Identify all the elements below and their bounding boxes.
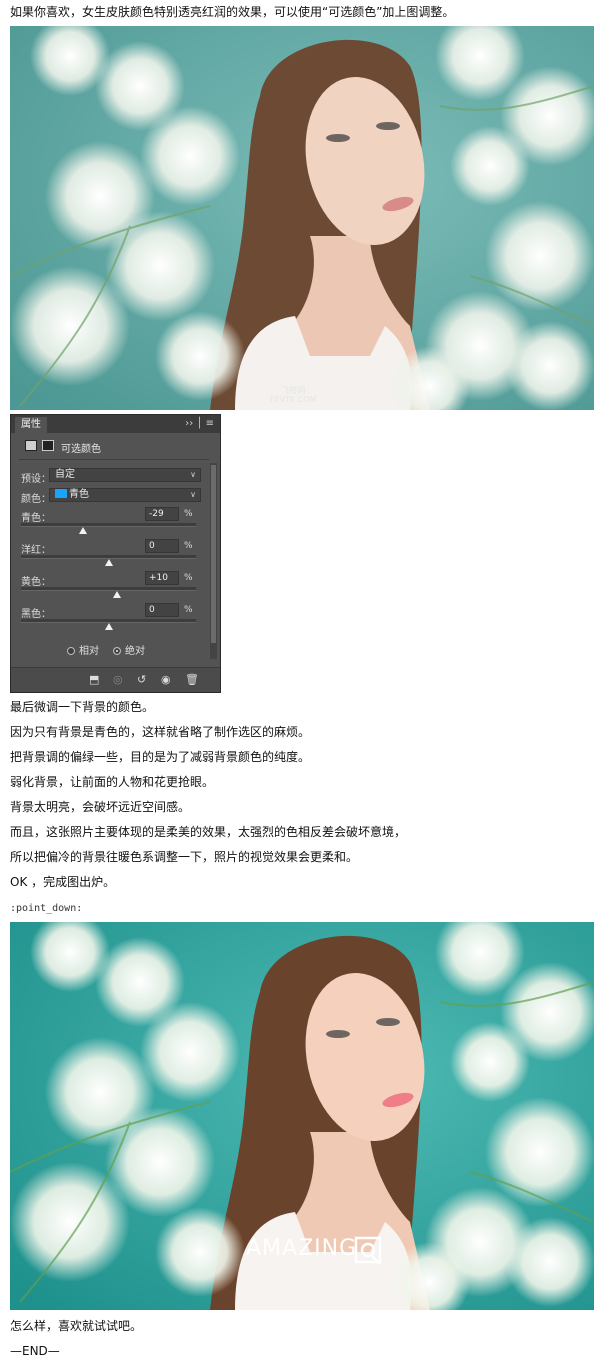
outro-paragraph: 怎么样，喜欢就试试吧。 [10, 1319, 143, 1333]
percent-unit: % [184, 573, 193, 583]
delete-trash-icon[interactable]: 🗑 [185, 673, 199, 686]
yellow-value-input[interactable]: +10 [145, 571, 179, 585]
cyan-swatch [55, 489, 67, 498]
divider [19, 459, 209, 460]
cyan-slider-thumb[interactable] [79, 527, 88, 534]
panel-title-row: 可选颜色 [11, 435, 220, 457]
preset-value: 自定 [55, 469, 75, 480]
adjustment-layer-icon [25, 440, 37, 451]
radio-absolute-dot [113, 647, 121, 655]
radio-absolute[interactable]: 绝对 [113, 642, 145, 657]
paragraph: 背景太明亮，会破坏远近空间感。 [10, 800, 191, 814]
yellow-slider-thumb[interactable] [113, 591, 122, 598]
paragraph: 把背景调的偏绿一些，目的是为了减弱背景颜色的纯度。 [10, 750, 311, 764]
slider-label-yellow: 黄色： [21, 577, 51, 588]
visibility-eye-icon[interactable]: ◉ [161, 673, 171, 686]
preset-label: 预设： [21, 474, 51, 485]
radio-absolute-label: 绝对 [125, 646, 145, 657]
layer-mask-icon[interactable] [42, 440, 54, 451]
chevron-down-icon: ∨ [190, 470, 196, 479]
photo-before: 飞特网 FEVTE.COM [10, 26, 594, 410]
panel-title: 可选颜色 [61, 444, 101, 455]
scrollbar-thumb[interactable] [211, 465, 216, 643]
panel-menu-icon[interactable]: ›› │ ≡ [185, 417, 214, 431]
slider-label-black: 黑色： [21, 609, 51, 620]
view-previous-icon[interactable]: ◎ [113, 673, 123, 686]
radio-relative-dot [67, 647, 75, 655]
paragraph: OK ，完成图出炉。 [10, 875, 116, 889]
cyan-value-input[interactable]: -29 [145, 507, 179, 521]
percent-unit: % [184, 509, 193, 519]
paragraph: 而且，这张照片主要体现的是柔美的效果，太强烈的色相反差会破坏意境， [10, 825, 407, 839]
intro-paragraph: 如果你喜欢，女生皮肤颜色特别透亮红润的效果，可以使用“可选颜色”加上图调整。 [10, 5, 455, 19]
percent-unit: % [184, 605, 193, 615]
panel-scrollbar[interactable] [210, 463, 217, 659]
tab-properties[interactable]: 属性 [15, 417, 47, 433]
paragraph: 因为只有背景是青色的，这样就省略了制作选区的麻烦。 [10, 725, 311, 739]
watermark-fevte: 飞特网 FEVTE.COM [270, 386, 317, 404]
yellow-slider-track[interactable] [21, 587, 196, 591]
color-label: 颜色： [21, 494, 51, 505]
emoji-shortcode: :point_down: [10, 903, 83, 914]
slider-label-magenta: 洋红： [21, 545, 51, 556]
slider-label-cyan: 青色： [21, 513, 51, 524]
brand-watermark: AMAZING [246, 1236, 358, 1261]
radio-relative[interactable]: 相对 [67, 642, 99, 657]
radio-relative-label: 相对 [79, 646, 99, 657]
end-marker: —END— [10, 1344, 60, 1358]
percent-unit: % [184, 541, 193, 551]
color-value: 青色 [69, 489, 89, 500]
paragraph: 弱化背景，让前面的人物和花更抢眼。 [10, 775, 215, 789]
cyan-slider-track[interactable] [21, 523, 196, 527]
black-slider-thumb[interactable] [104, 623, 113, 630]
camera-logo-icon [354, 1236, 382, 1265]
chevron-down-icon: ∨ [190, 490, 196, 499]
paragraph: 所以把偏冷的背景往暖色系调整一下，照片的视觉效果会更柔和。 [10, 850, 359, 864]
magenta-value-input[interactable]: 0 [145, 539, 179, 553]
panel-footer: ⬒ ◎ ↺ ◉ 🗑 [11, 667, 220, 692]
paragraph: 最后微调一下背景的颜色。 [10, 700, 155, 714]
reset-icon[interactable]: ↺ [137, 673, 146, 686]
magenta-slider-thumb[interactable] [104, 559, 113, 566]
clip-to-layer-icon[interactable]: ⬒ [89, 673, 99, 686]
preset-select[interactable]: 自定 ∨ [49, 468, 201, 482]
black-value-input[interactable]: 0 [145, 603, 179, 617]
selective-color-panel: 属性 ›› │ ≡ 可选颜色 预设： 自定 ∨ 颜色： 青色 ∨ 青色： -29… [10, 414, 221, 693]
color-select[interactable]: 青色 ∨ [49, 488, 201, 502]
panel-header: 属性 ›› │ ≡ [11, 415, 220, 433]
